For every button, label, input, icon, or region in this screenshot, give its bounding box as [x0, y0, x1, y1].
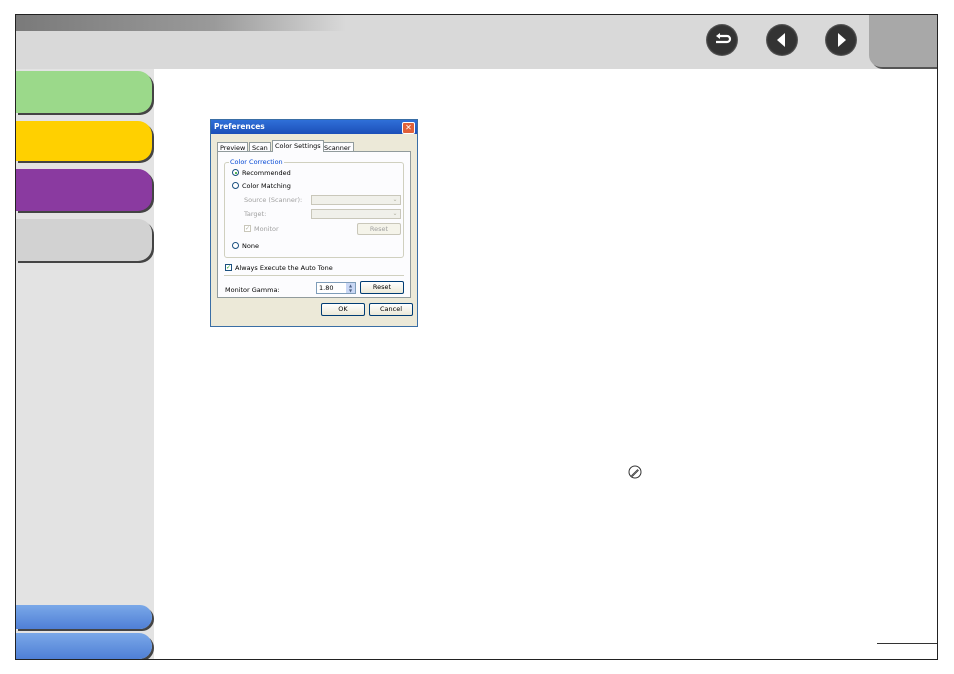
top-gradient-strip	[16, 15, 346, 31]
sidebar-tab-yellow[interactable]	[16, 121, 152, 161]
gamma-label: Monitor Gamma:	[225, 286, 280, 294]
cancel-button[interactable]: Cancel	[369, 303, 413, 316]
dialog-title: Preferences	[211, 120, 417, 134]
top-bar	[16, 15, 937, 69]
target-label: Target:	[244, 210, 267, 218]
tab-color-settings[interactable]: Color Settings	[272, 140, 324, 152]
preferences-dialog: Preferences ✕ Preview Scan Color Setting…	[210, 119, 418, 327]
ok-button[interactable]: OK	[321, 303, 365, 316]
source-label: Source (Scanner):	[244, 196, 303, 204]
group-title: Color Correction	[229, 158, 284, 166]
sidebar-tab-gray[interactable]	[16, 219, 152, 261]
monitor-checkbox[interactable]: ✓	[244, 225, 251, 232]
pencil-note-icon	[628, 464, 642, 479]
gamma-spinner[interactable]: 1.80 ▲ ▼	[316, 282, 356, 294]
gamma-value: 1.80	[319, 284, 334, 292]
auto-tone-label: Always Execute the Auto Tone	[235, 264, 333, 272]
recommended-label: Recommended	[242, 169, 291, 177]
color-settings-panel: Color Correction Recommended Color Match…	[217, 151, 411, 298]
color-matching-radio[interactable]	[232, 182, 239, 189]
right-arrow-icon[interactable]	[826, 25, 856, 55]
left-arrow-icon[interactable]	[767, 25, 797, 55]
gamma-reset-button[interactable]: Reset	[360, 281, 404, 294]
recommended-radio[interactable]	[232, 169, 239, 176]
color-matching-label: Color Matching	[242, 182, 291, 190]
monitor-label: Monitor	[254, 225, 279, 233]
return-arrow-icon[interactable]	[707, 25, 737, 55]
color-correction-group: Color Correction Recommended Color Match…	[224, 158, 404, 258]
none-radio[interactable]	[232, 242, 239, 249]
sidebar-tab-blue-bottom[interactable]	[16, 633, 152, 659]
sidebar	[16, 69, 154, 659]
spinner-arrows-icon[interactable]: ▲ ▼	[346, 283, 355, 293]
corner-tab[interactable]	[869, 15, 937, 67]
page-frame: Preferences ✕ Preview Scan Color Setting…	[15, 14, 938, 660]
auto-tone-checkbox[interactable]: ✓	[225, 264, 232, 271]
separator	[224, 275, 404, 276]
spin-down-icon[interactable]: ▼	[346, 288, 355, 293]
bottom-rule	[877, 643, 937, 644]
close-icon[interactable]: ✕	[402, 122, 415, 134]
sidebar-tab-green[interactable]	[16, 71, 152, 113]
monitor-reset-button[interactable]: Reset	[357, 223, 401, 235]
chevron-down-icon: ⌄	[392, 196, 398, 203]
source-select[interactable]: ⌄	[311, 195, 401, 205]
sidebar-tab-blue-top[interactable]	[16, 605, 152, 629]
none-label: None	[242, 242, 259, 250]
sidebar-tab-purple[interactable]	[16, 169, 152, 211]
chevron-down-icon: ⌄	[392, 210, 398, 217]
target-select[interactable]: ⌄	[311, 209, 401, 219]
